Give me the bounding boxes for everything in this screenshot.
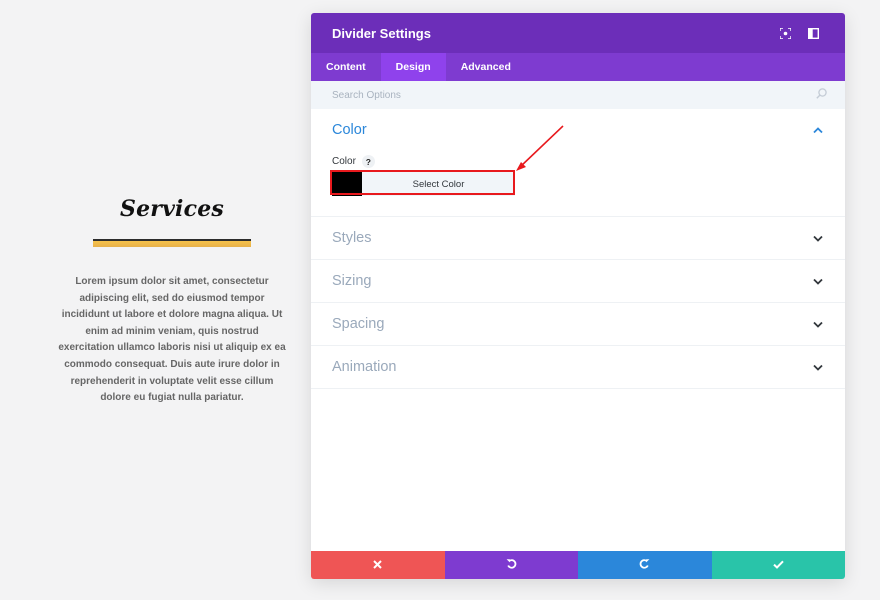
discard-button[interactable]	[311, 551, 445, 579]
section-animation: Animation	[311, 346, 845, 389]
section-color-title: Color	[332, 122, 367, 138]
section-sizing-header[interactable]: Sizing	[332, 260, 824, 302]
save-button[interactable]	[711, 551, 845, 579]
color-label-text: Color	[332, 156, 356, 167]
chevron-down-icon	[812, 361, 824, 373]
search-bar	[311, 81, 845, 109]
section-spacing-title: Spacing	[332, 316, 385, 332]
section-animation-title: Animation	[332, 359, 397, 375]
divider-settings-modal: Divider Settings Content Design Advanced	[311, 13, 845, 579]
section-animation-header[interactable]: Animation	[332, 346, 824, 388]
color-picker: Select Color	[330, 170, 515, 196]
search-input[interactable]	[332, 89, 816, 101]
modal-footer	[311, 551, 845, 579]
preview-divider	[93, 239, 251, 247]
page-preview: Services Lorem ipsum dolor sit amet, con…	[56, 196, 288, 407]
color-field-label: Color ?	[332, 155, 824, 168]
undo-icon	[506, 556, 517, 574]
modal-header: Divider Settings	[311, 13, 845, 53]
redo-button[interactable]	[578, 551, 712, 579]
section-spacing-header[interactable]: Spacing	[332, 303, 824, 345]
tab-advanced[interactable]: Advanced	[446, 53, 526, 81]
chevron-down-icon	[812, 318, 824, 330]
select-color-button[interactable]: Select Color	[362, 172, 515, 196]
discard-icon	[373, 556, 382, 574]
color-swatch[interactable]	[332, 172, 362, 196]
search-icon[interactable]	[816, 86, 827, 104]
chevron-down-icon	[812, 232, 824, 244]
preview-heading: Services	[120, 196, 224, 222]
tab-content[interactable]: Content	[311, 53, 381, 81]
chevron-down-icon	[812, 275, 824, 287]
preview-body-text: Lorem ipsum dolor sit amet, consectetur …	[58, 276, 286, 404]
section-spacing: Spacing	[311, 303, 845, 346]
redo-icon	[639, 556, 650, 574]
section-color-body: Color ? Select Color	[330, 151, 824, 216]
save-check-icon	[773, 556, 784, 574]
section-sizing: Sizing	[311, 260, 845, 303]
tab-design[interactable]: Design	[380, 53, 446, 81]
undo-button[interactable]	[444, 551, 578, 579]
modal-title: Divider Settings	[332, 25, 431, 41]
focus-icon[interactable]	[771, 22, 799, 44]
section-color: Color Color ? Select Color	[311, 109, 845, 217]
section-color-header[interactable]: Color	[332, 109, 824, 151]
settings-tabs: Content Design Advanced	[311, 53, 845, 81]
chevron-up-icon	[812, 124, 824, 136]
section-styles-title: Styles	[332, 230, 372, 246]
section-sizing-title: Sizing	[332, 273, 372, 289]
help-icon[interactable]: ?	[361, 155, 375, 168]
sidebar-toggle-icon[interactable]	[799, 22, 827, 44]
section-styles-header[interactable]: Styles	[332, 217, 824, 259]
section-styles: Styles	[311, 217, 845, 260]
